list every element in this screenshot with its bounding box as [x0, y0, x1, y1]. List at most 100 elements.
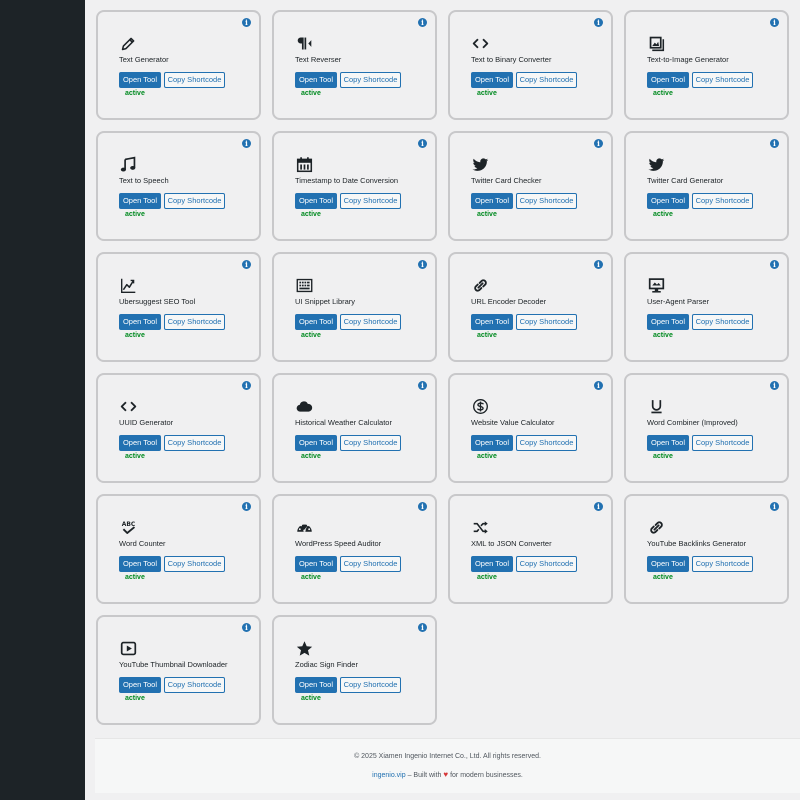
copy-shortcode-button[interactable]: Copy Shortcode: [516, 556, 577, 572]
copy-shortcode-button[interactable]: Copy Shortcode: [340, 435, 401, 451]
copy-shortcode-button[interactable]: Copy Shortcode: [692, 556, 753, 572]
copy-shortcode-button[interactable]: Copy Shortcode: [164, 435, 225, 451]
copy-shortcode-button[interactable]: Copy Shortcode: [164, 314, 225, 330]
tool-name: YouTube Backlinks Generator: [647, 539, 747, 548]
star-icon: [294, 638, 314, 658]
tool-name: Word Counter: [119, 539, 166, 548]
tool-name: Timestamp to Date Conversion: [295, 176, 399, 185]
open-tool-button[interactable]: Open Tool: [119, 193, 161, 209]
open-tool-button[interactable]: Open Tool: [647, 556, 689, 572]
info-icon[interactable]: i: [770, 502, 779, 511]
copy-shortcode-button[interactable]: Copy Shortcode: [340, 556, 401, 572]
info-icon[interactable]: i: [418, 623, 427, 632]
copy-shortcode-button[interactable]: Copy Shortcode: [164, 72, 225, 88]
copy-shortcode-button[interactable]: Copy Shortcode: [340, 193, 401, 209]
open-tool-button[interactable]: Open Tool: [119, 435, 161, 451]
info-icon[interactable]: i: [594, 139, 603, 148]
info-icon[interactable]: i: [418, 139, 427, 148]
underline-icon: [646, 396, 666, 416]
copy-shortcode-button[interactable]: Copy Shortcode: [692, 193, 753, 209]
status-badge: active: [125, 90, 145, 97]
status-badge: active: [301, 695, 321, 702]
copy-shortcode-button[interactable]: Copy Shortcode: [692, 314, 753, 330]
info-icon[interactable]: i: [242, 502, 251, 511]
tool-card-url-encoder-decoder: i URL Encoder Decoder Open Tool Copy Shortc…: [448, 252, 613, 362]
info-icon[interactable]: i: [418, 381, 427, 390]
pilcrow-icon: [294, 33, 314, 53]
tool-name: UI Snippet Library: [295, 297, 356, 306]
info-icon[interactable]: i: [242, 260, 251, 269]
copy-shortcode-button[interactable]: Copy Shortcode: [164, 677, 225, 693]
info-icon[interactable]: i: [418, 260, 427, 269]
info-icon[interactable]: i: [242, 381, 251, 390]
open-tool-button[interactable]: Open Tool: [295, 193, 337, 209]
info-icon[interactable]: i: [242, 139, 251, 148]
randomize-icon: [470, 517, 490, 537]
open-tool-button[interactable]: Open Tool: [647, 193, 689, 209]
copy-shortcode-button[interactable]: Copy Shortcode: [516, 193, 577, 209]
info-icon[interactable]: i: [594, 502, 603, 511]
copy-shortcode-button[interactable]: Copy Shortcode: [340, 314, 401, 330]
info-icon[interactable]: i: [594, 381, 603, 390]
info-icon[interactable]: i: [242, 623, 251, 632]
open-tool-button[interactable]: Open Tool: [119, 72, 161, 88]
link-icon: [470, 275, 490, 295]
copy-shortcode-button[interactable]: Copy Shortcode: [340, 677, 401, 693]
open-tool-button[interactable]: Open Tool: [647, 314, 689, 330]
tool-card-historical-weather-calculator: i Historical Weather Calculator Open Tool C…: [272, 373, 437, 483]
info-icon[interactable]: i: [418, 502, 427, 511]
status-badge: active: [653, 453, 673, 460]
tool-card-text-to-image-generator: i Text-to-Image Generator Open Tool Copy Sh…: [624, 10, 789, 120]
info-icon[interactable]: i: [770, 260, 779, 269]
open-tool-button[interactable]: Open Tool: [295, 435, 337, 451]
open-tool-button[interactable]: Open Tool: [647, 72, 689, 88]
open-tool-button[interactable]: Open Tool: [471, 314, 513, 330]
tool-name: Text-to-Image Generator: [647, 55, 729, 64]
copy-shortcode-button[interactable]: Copy Shortcode: [516, 314, 577, 330]
link-icon: [646, 517, 666, 537]
info-icon[interactable]: i: [418, 18, 427, 27]
heart-icon: ♥: [443, 770, 449, 779]
info-icon[interactable]: i: [770, 139, 779, 148]
open-tool-button[interactable]: Open Tool: [295, 72, 337, 88]
tool-name: XML to JSON Converter: [471, 539, 552, 548]
info-icon[interactable]: i: [242, 18, 251, 27]
open-tool-button[interactable]: Open Tool: [471, 435, 513, 451]
status-badge: active: [125, 332, 145, 339]
info-icon[interactable]: i: [594, 18, 603, 27]
open-tool-button[interactable]: Open Tool: [471, 556, 513, 572]
footer-tagline: for modern businesses.: [450, 772, 523, 779]
open-tool-button[interactable]: Open Tool: [295, 556, 337, 572]
open-tool-button[interactable]: Open Tool: [295, 677, 337, 693]
copy-shortcode-button[interactable]: Copy Shortcode: [516, 435, 577, 451]
code-icon: [470, 33, 490, 53]
chart-line-icon: [118, 275, 138, 295]
copy-shortcode-button[interactable]: Copy Shortcode: [340, 72, 401, 88]
spellcheck-icon: ABC: [118, 517, 138, 537]
status-badge: active: [125, 695, 145, 702]
status-badge: active: [477, 574, 497, 581]
tool-card-text-generator: i Text Generator Open Tool Copy Shortcode ac…: [96, 10, 261, 120]
open-tool-button[interactable]: Open Tool: [119, 677, 161, 693]
copy-shortcode-button[interactable]: Copy Shortcode: [692, 72, 753, 88]
open-tool-button[interactable]: Open Tool: [471, 193, 513, 209]
open-tool-button[interactable]: Open Tool: [295, 314, 337, 330]
info-icon[interactable]: i: [770, 18, 779, 27]
open-tool-button[interactable]: Open Tool: [119, 556, 161, 572]
copy-shortcode-button[interactable]: Copy Shortcode: [164, 193, 225, 209]
copy-shortcode-button[interactable]: Copy Shortcode: [516, 72, 577, 88]
status-badge: active: [301, 332, 321, 339]
open-tool-button[interactable]: Open Tool: [647, 435, 689, 451]
footer-copyright: © 2025 Xiamen Ingenio Internet Co., Ltd.…: [354, 753, 541, 760]
footer-link[interactable]: ingenio.vip: [372, 772, 405, 779]
copy-shortcode-button[interactable]: Copy Shortcode: [164, 556, 225, 572]
open-tool-button[interactable]: Open Tool: [471, 72, 513, 88]
tool-name: YouTube Thumbnail Downloader: [119, 660, 228, 669]
tool-card-timestamp-to-date-conversion: i Timestamp to Date Conversion Open Tool Co…: [272, 131, 437, 241]
info-icon[interactable]: i: [594, 260, 603, 269]
copy-shortcode-button[interactable]: Copy Shortcode: [692, 435, 753, 451]
status-badge: active: [301, 453, 321, 460]
info-icon[interactable]: i: [770, 381, 779, 390]
open-tool-button[interactable]: Open Tool: [119, 314, 161, 330]
tool-name: Text to Binary Converter: [471, 55, 552, 64]
